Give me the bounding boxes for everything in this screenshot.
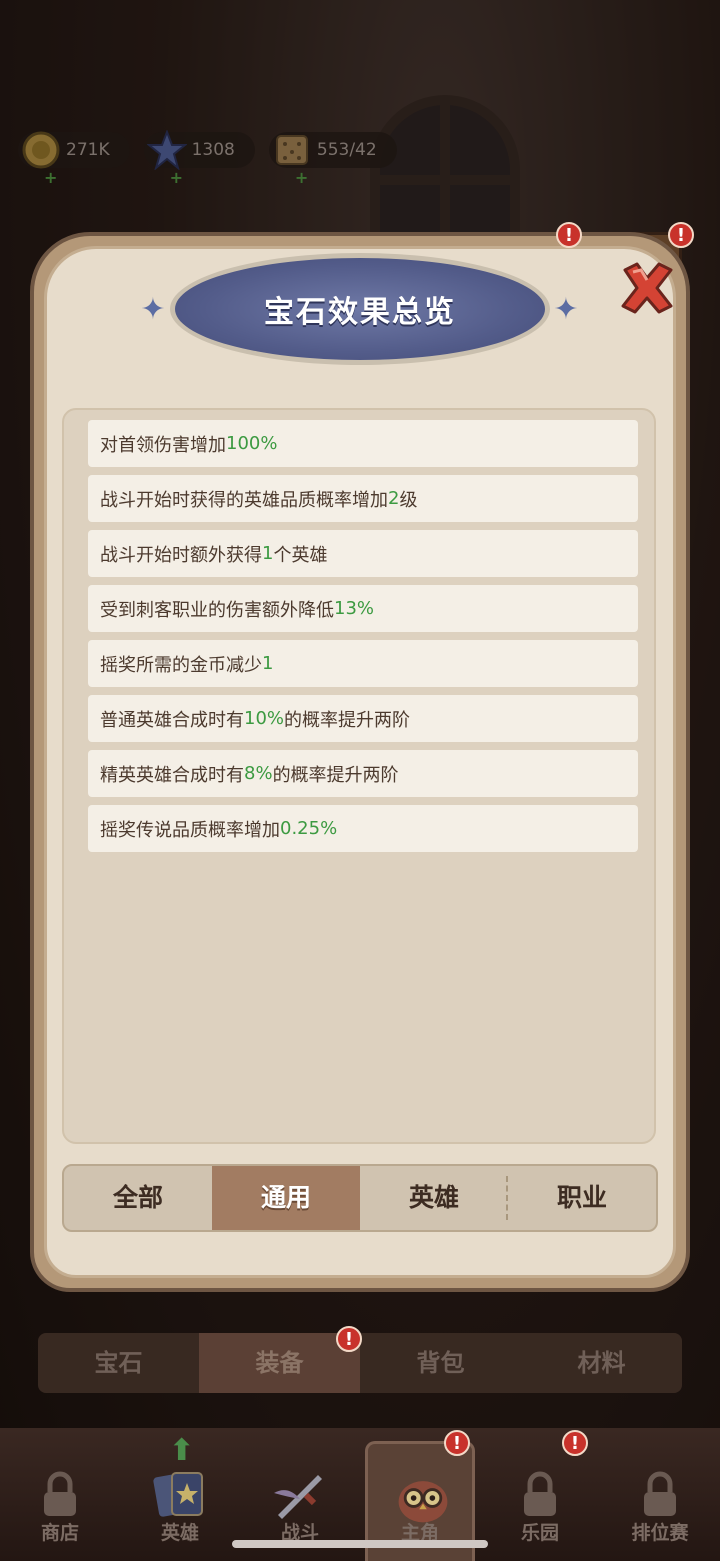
lock-icon [630, 1465, 690, 1525]
nav-ranked[interactable]: 排位赛 [605, 1441, 715, 1561]
nav-hero[interactable]: ⬆ 英雄 [125, 1433, 235, 1561]
modal-title: 宝石效果总览 [264, 295, 456, 330]
filter-tabs: 全部 通用 英雄 职业 [62, 1164, 658, 1232]
nav-label: 乐园 [520, 1522, 559, 1544]
list-item: 普通英雄合成时有 10% 的概率提升两阶 [88, 695, 638, 742]
effect-text: 战斗开始时获得的英雄品质概率增加 [100, 489, 388, 511]
sub-tab-backpack[interactable]: 背包 [360, 1333, 521, 1393]
list-item: 摇奖传说品质概率增加 0.25% [88, 805, 638, 852]
effect-text: 摇奖所需的金币减少 [100, 654, 262, 676]
hero-cards-icon [150, 1465, 210, 1525]
tab-hero[interactable]: 英雄 [360, 1166, 508, 1230]
effect-value: 2 [388, 488, 400, 509]
star-ornament-icon: ✦ [553, 292, 579, 327]
effect-value: 10% [244, 708, 285, 729]
lock-icon [30, 1465, 90, 1525]
star-ornament-icon: ✦ [140, 292, 166, 327]
tab-all[interactable]: 全部 [64, 1166, 212, 1230]
battle-sword-icon [270, 1465, 330, 1525]
nav-label: 商店 [40, 1522, 79, 1544]
effect-value: 100% [226, 433, 278, 454]
effect-suffix: 级 [399, 489, 418, 511]
list-item: 精英英雄合成时有 8% 的概率提升两阶 [88, 750, 638, 797]
effect-text: 对首领伤害增加 [100, 434, 226, 456]
effect-value: 13% [334, 598, 375, 619]
upgrade-arrow-icon: ⬆ [169, 1433, 195, 1468]
list-item: 对首领伤害增加 100% [88, 420, 638, 467]
effect-value: 1 [262, 543, 274, 564]
alert-badge-icon: ! [336, 1326, 362, 1352]
tab-class[interactable]: 职业 [508, 1166, 656, 1230]
effect-value: 1 [262, 653, 274, 674]
list-item: 战斗开始时额外获得 1 个英雄 [88, 530, 638, 577]
list-item: 摇奖所需的金币减少 1 [88, 640, 638, 687]
nav-shop[interactable]: 商店 [5, 1441, 115, 1561]
effect-text: 受到刺客职业的伤害额外降低 [100, 599, 334, 621]
list-item: 战斗开始时获得的英雄品质概率增加 2 级 [88, 475, 638, 522]
nav-label: 排位赛 [631, 1522, 689, 1544]
effect-suffix: 的概率提升两阶 [284, 709, 411, 731]
alert-badge-icon: ! [562, 1430, 588, 1456]
alert-badge-icon: ! [556, 222, 582, 248]
effect-value: 8% [244, 763, 273, 784]
effect-value: 0.25% [280, 818, 338, 839]
sub-tab-materials[interactable]: 材料 [521, 1333, 682, 1393]
title-ribbon: 宝石效果总览 [170, 253, 550, 365]
nav-paradise[interactable]: 乐园 [485, 1441, 595, 1561]
effect-suffix: 的概率提升两阶 [272, 764, 399, 786]
nav-label: 英雄 [160, 1522, 199, 1544]
sub-tab-gems[interactable]: 宝石 [38, 1333, 199, 1393]
effect-text: 摇奖传说品质概率增加 [100, 819, 280, 841]
alert-badge-icon: ! [444, 1430, 470, 1456]
effect-text: 战斗开始时额外获得 [100, 544, 262, 566]
home-indicator[interactable] [232, 1540, 488, 1548]
effect-text: 精英英雄合成时有 [100, 764, 244, 786]
lock-icon [510, 1465, 570, 1525]
list-item: 受到刺客职业的伤害额外降低 13% [88, 585, 638, 632]
effect-list: 对首领伤害增加 100% 战斗开始时获得的英雄品质概率增加 2 级 战斗开始时额外获得… [88, 420, 638, 860]
close-x-icon [615, 258, 679, 322]
close-button[interactable] [612, 258, 682, 322]
tab-general[interactable]: 通用 [212, 1166, 360, 1230]
effect-suffix: 个英雄 [273, 544, 328, 566]
alert-badge-icon: ! [668, 222, 694, 248]
effect-text: 普通英雄合成时有 [100, 709, 244, 731]
